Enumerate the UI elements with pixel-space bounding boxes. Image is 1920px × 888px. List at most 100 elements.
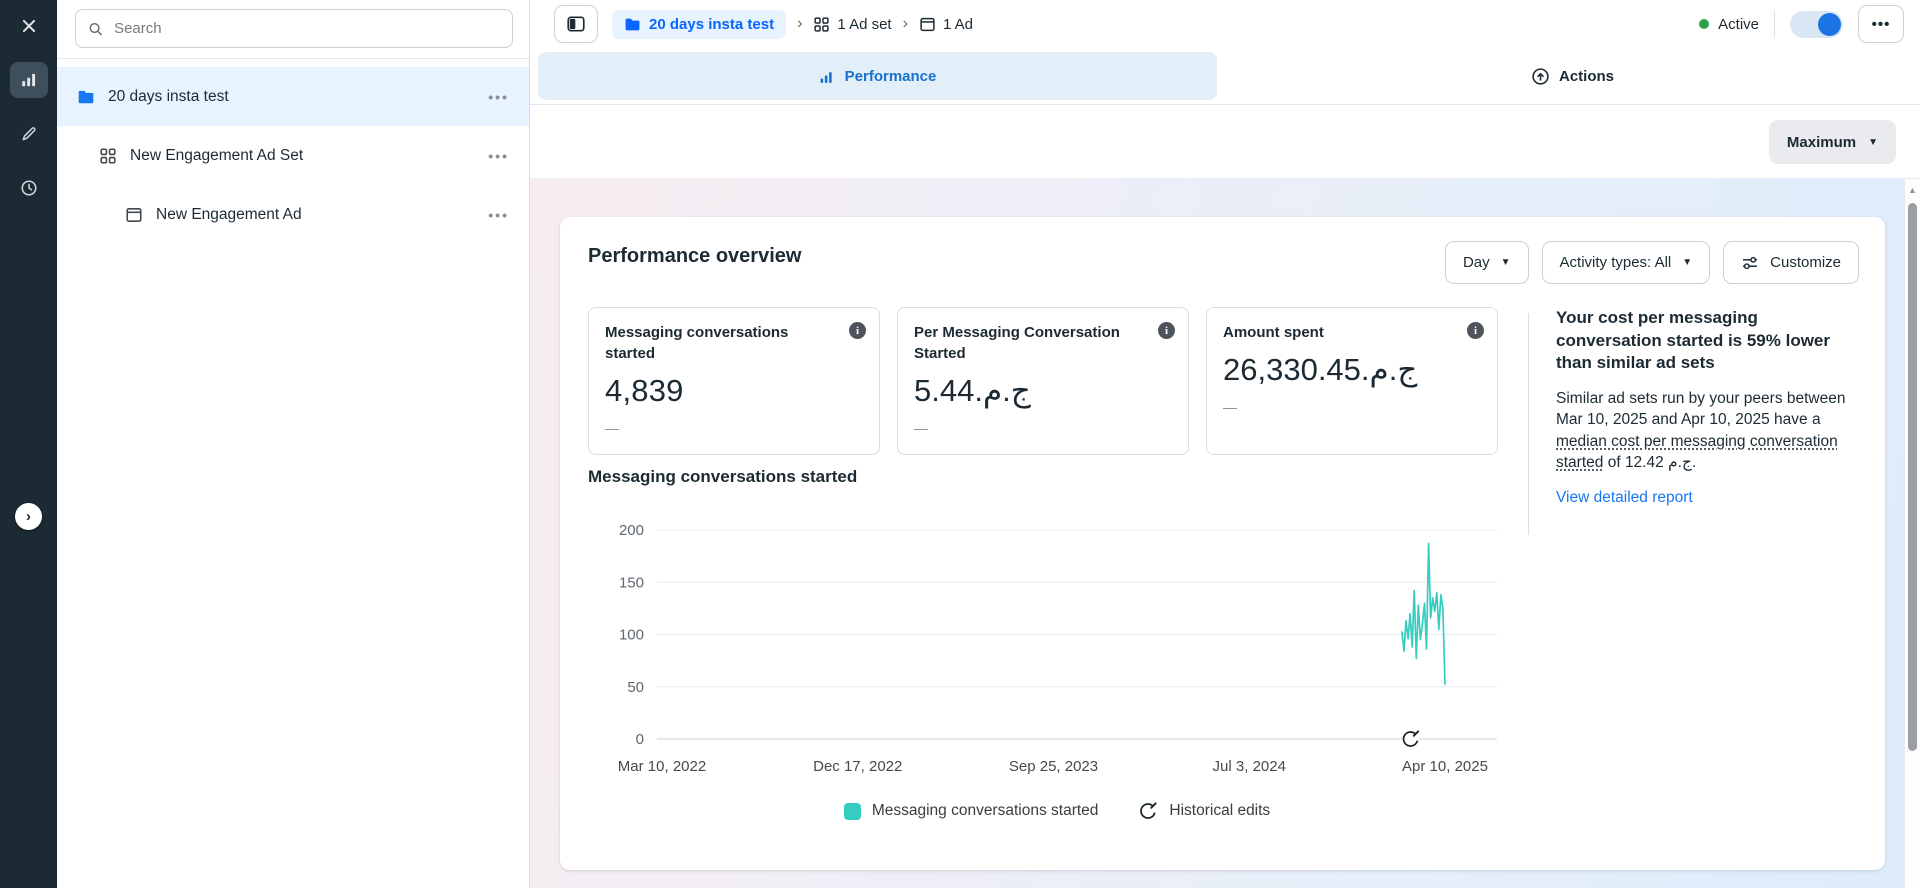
metric-delta: — <box>1223 399 1237 415</box>
activity-types-dropdown[interactable]: Activity types: All ▼ <box>1541 241 1711 284</box>
maximum-label: Maximum <box>1786 133 1857 151</box>
info-icon[interactable]: i <box>1158 322 1175 339</box>
status-label: Active <box>1718 15 1759 33</box>
scrollbar[interactable]: ▲ <box>1904 179 1920 888</box>
ad-page-icon <box>920 17 935 31</box>
close-icon[interactable] <box>10 8 48 44</box>
tree-rows: 20 days insta test ••• New Engagement Ad… <box>57 59 529 244</box>
ad-page-icon <box>126 207 142 222</box>
ad-set-grid-icon <box>814 16 830 32</box>
customize-button[interactable]: Customize <box>1723 241 1859 284</box>
card-title: Performance overview <box>588 245 802 267</box>
day-label: Day <box>1462 254 1490 271</box>
folder-icon <box>625 18 640 30</box>
campaign-tree-panel: 20 days insta test ••• New Engagement Ad… <box>57 0 530 888</box>
legend-label: Messaging conversations started <box>871 802 1099 819</box>
metric-card-amount-spent[interactable]: Amount spent i 26,330.45.م.ج — <box>1206 307 1498 455</box>
tree-item-ad-set[interactable]: New Engagement Ad Set ••• <box>57 126 529 185</box>
view-detailed-report-link[interactable]: View detailed report <box>1556 489 1693 506</box>
tree-item-campaign[interactable]: 20 days insta test ••• <box>57 67 529 126</box>
metric-card-cost-per-conversation[interactable]: Per Messaging Conversation Started i 5.4… <box>897 307 1189 455</box>
day-dropdown[interactable]: Day ▼ <box>1444 241 1529 284</box>
content-area: Maximum ▼ ▲ Performance overview Day ▼ A… <box>530 105 1920 888</box>
performance-line-chart: 0 50 100 150 200 Mar 10, 2022 Dec 17, 2022 Sep … <box>618 522 1497 775</box>
history-clock-icon[interactable] <box>10 170 48 206</box>
breadcrumb-ad-set[interactable]: 1 Ad set <box>813 15 892 33</box>
topbar: 20 days insta test › 1 Ad set › 1 Ad Act… <box>530 0 1920 48</box>
breadcrumb: 20 days insta test › 1 Ad set › 1 Ad <box>612 9 973 39</box>
row-menu-icon[interactable]: ••• <box>488 89 509 105</box>
performance-chart-icon[interactable] <box>9 62 48 98</box>
breadcrumb-separator: › <box>797 15 803 32</box>
search-icon <box>89 22 102 35</box>
customize-label: Customize <box>1770 254 1841 271</box>
active-toggle[interactable] <box>1790 10 1843 38</box>
more-options-button[interactable]: ••• <box>1858 5 1904 43</box>
activity-label: Activity types: All <box>1559 254 1672 271</box>
tab-label: Performance <box>844 67 937 85</box>
customize-sliders-icon <box>1743 256 1758 269</box>
card-controls: Day ▼ Activity types: All ▼ Customize <box>1444 241 1859 284</box>
chart-legend: Messaging conversations started Historic… <box>582 801 1532 821</box>
search-box[interactable] <box>75 9 513 48</box>
folder-icon <box>78 90 94 103</box>
metric-value: 4,839 <box>605 373 684 408</box>
metric-title: Messaging conversations started <box>605 324 789 362</box>
legend-label: Historical edits <box>1169 802 1271 819</box>
performance-overview-card: Performance overview Day ▼ Activity type… <box>560 217 1885 870</box>
row-menu-icon[interactable]: ••• <box>488 207 509 223</box>
main-area: 20 days insta test › 1 Ad set › 1 Ad Act… <box>530 0 1920 888</box>
panel-toggle-icon <box>567 16 585 32</box>
maximum-dropdown[interactable]: Maximum ▼ <box>1768 120 1896 164</box>
metric-delta: — <box>914 420 928 436</box>
chart-title: Messaging conversations started <box>588 467 858 486</box>
divider <box>1774 11 1775 37</box>
svg-text:Sep 25, 2023: Sep 25, 2023 <box>1009 758 1098 775</box>
row-menu-icon[interactable]: ••• <box>488 148 509 164</box>
info-icon[interactable]: i <box>849 322 866 339</box>
svg-text:200: 200 <box>619 522 644 539</box>
tab-actions[interactable]: Actions <box>1233 52 1912 100</box>
breadcrumb-ad[interactable]: 1 Ad <box>919 16 973 33</box>
metric-delta: — <box>605 420 619 436</box>
legend-item-historical-edits: Historical edits <box>1138 801 1270 821</box>
tree-item-label: New Engagement Ad <box>156 205 302 223</box>
topbar-right: Active ••• <box>1699 5 1904 43</box>
metric-value: 26,330.45.م.ج <box>1223 352 1418 387</box>
teal-swatch <box>843 802 861 820</box>
tab-label: Actions <box>1558 67 1614 85</box>
scrollbar-thumb[interactable] <box>1908 203 1917 751</box>
info-icon[interactable]: i <box>1467 322 1484 339</box>
tree-item-label: 20 days insta test <box>108 87 229 105</box>
scroll-up-icon[interactable]: ▲ <box>1905 185 1920 195</box>
sidebar-toggle-button[interactable] <box>554 5 598 43</box>
tab-performance[interactable]: Performance <box>538 52 1217 100</box>
breadcrumb-separator: › <box>902 15 908 32</box>
breadcrumb-label: 20 days insta test <box>649 15 775 33</box>
breadcrumb-campaign-chip[interactable]: 20 days insta test <box>612 9 787 39</box>
tree-item-ad[interactable]: New Engagement Ad ••• <box>57 185 529 244</box>
insight-term-tooltip[interactable]: median cost per messaging conversation s… <box>1556 433 1838 472</box>
metric-title: Amount spent <box>1223 324 1324 341</box>
svg-text:0: 0 <box>636 731 644 748</box>
active-status-dot <box>1699 19 1710 29</box>
chevron-down-icon: ▼ <box>1500 257 1511 268</box>
svg-text:150: 150 <box>619 574 644 591</box>
edit-pencil-icon[interactable] <box>10 116 48 152</box>
ad-set-grid-icon <box>100 147 116 164</box>
svg-text:Mar 10, 2022: Mar 10, 2022 <box>618 758 706 775</box>
metric-card-conversations[interactable]: Messaging conversations started i 4,839 … <box>588 307 880 455</box>
metric-cards: Messaging conversations started i 4,839 … <box>588 307 1498 455</box>
search-input[interactable] <box>112 19 500 38</box>
breadcrumb-label: 1 Ad <box>942 15 973 33</box>
benchmark-insight-panel: Your cost per messaging conversation sta… <box>1556 307 1858 507</box>
bar-chart-icon <box>820 71 832 83</box>
expand-panel-button chevron-right-icon[interactable]: › <box>15 503 42 530</box>
svg-text:100: 100 <box>619 627 644 644</box>
svg-text:Jul 3, 2024: Jul 3, 2024 <box>1213 758 1286 775</box>
breadcrumb-label: 1 Ad set <box>837 15 892 33</box>
metric-title: Per Messaging Conversation Started <box>914 324 1120 362</box>
svg-text:Dec 17, 2022: Dec 17, 2022 <box>813 758 902 775</box>
search-container <box>57 0 529 59</box>
historical-edits-icon <box>1140 802 1158 819</box>
